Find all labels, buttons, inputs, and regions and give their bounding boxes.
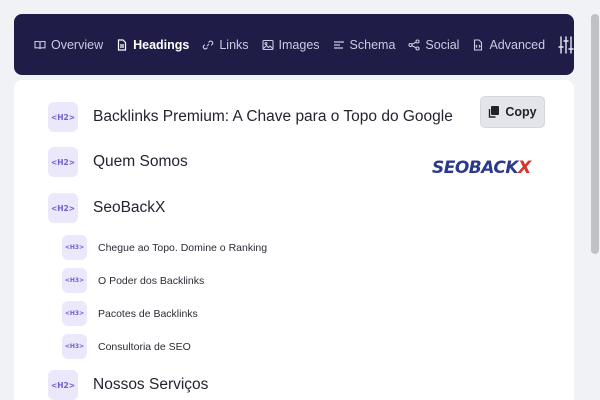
tab-links[interactable]: Links bbox=[202, 37, 249, 52]
align-left-icon bbox=[333, 40, 344, 49]
headings-panel: <H2> Backlinks Premium: A Chave para o T… bbox=[14, 80, 574, 400]
tab-bar: Overview Headings Links Images Schema So… bbox=[14, 14, 574, 75]
heading-row: <H2> Backlinks Premium: A Chave para o T… bbox=[48, 102, 453, 132]
heading-level-badge: <H3> bbox=[62, 301, 87, 326]
heading-text: SeoBackX bbox=[93, 199, 166, 216]
link-icon bbox=[203, 40, 214, 49]
copy-button[interactable]: Copy bbox=[480, 96, 545, 128]
settings-button[interactable] bbox=[558, 35, 574, 54]
heading-row: <H3> O Poder dos Backlinks bbox=[62, 268, 204, 293]
copy-icon bbox=[489, 106, 500, 118]
copy-button-label: Copy bbox=[505, 105, 537, 119]
tab-overview-label: Overview bbox=[51, 37, 104, 52]
tab-images[interactable]: Images bbox=[261, 37, 320, 52]
heading-level-badge: <H3> bbox=[62, 268, 87, 293]
heading-level-badge: <H3> bbox=[62, 235, 87, 260]
heading-row: <H3> Pacotes de Backlinks bbox=[62, 301, 198, 326]
file-code-icon bbox=[474, 38, 483, 51]
heading-level-badge: <H2> bbox=[48, 102, 78, 132]
heading-level-badge: <H2> bbox=[48, 147, 78, 177]
sliders-icon bbox=[558, 35, 574, 54]
tab-headings[interactable]: Headings bbox=[116, 38, 189, 52]
tab-social-label: Social bbox=[425, 37, 460, 52]
logo-accent: X bbox=[518, 158, 531, 178]
site-logo: SEOBACKX bbox=[432, 158, 531, 178]
heading-text: Consultoria de SEO bbox=[98, 340, 191, 353]
heading-row: <H3> Consultoria de SEO bbox=[62, 334, 191, 359]
tab-advanced[interactable]: Advanced bbox=[472, 38, 545, 52]
logo-text: SEOBACK bbox=[432, 158, 519, 178]
tab-advanced-label: Advanced bbox=[489, 37, 546, 52]
heading-row: <H2> Nossos Serviços bbox=[48, 370, 208, 400]
tab-schema-label: Schema bbox=[349, 37, 396, 52]
heading-text: Nossos Serviços bbox=[93, 376, 209, 393]
tab-headings-label: Headings bbox=[133, 37, 190, 52]
heading-text: O Poder dos Backlinks bbox=[98, 274, 205, 287]
tab-images-label: Images bbox=[278, 37, 320, 52]
share-icon bbox=[408, 38, 420, 51]
heading-level-badge: <H2> bbox=[48, 193, 78, 223]
tab-social[interactable]: Social bbox=[408, 38, 459, 52]
heading-level-badge: <H3> bbox=[62, 334, 87, 359]
tab-links-label: Links bbox=[219, 37, 249, 52]
document-icon bbox=[117, 38, 127, 51]
tab-schema[interactable]: Schema bbox=[333, 37, 396, 52]
scrollbar-thumb[interactable] bbox=[591, 14, 599, 254]
heading-text: Chegue ao Topo. Domine o Ranking bbox=[98, 241, 268, 254]
heading-row: <H2> SeoBackX bbox=[48, 193, 165, 223]
heading-text: Pacotes de Backlinks bbox=[98, 307, 198, 320]
heading-level-badge: <H2> bbox=[48, 370, 78, 400]
heading-row: <H3> Chegue ao Topo. Domine o Ranking bbox=[62, 235, 267, 260]
image-icon bbox=[261, 39, 274, 50]
tab-overview[interactable]: Overview bbox=[34, 38, 103, 52]
heading-text: Backlinks Premium: A Chave para o Topo d… bbox=[93, 108, 453, 125]
book-icon bbox=[34, 40, 46, 49]
heading-row: <H2> Quem Somos bbox=[48, 147, 188, 177]
heading-text: Quem Somos bbox=[93, 153, 188, 170]
